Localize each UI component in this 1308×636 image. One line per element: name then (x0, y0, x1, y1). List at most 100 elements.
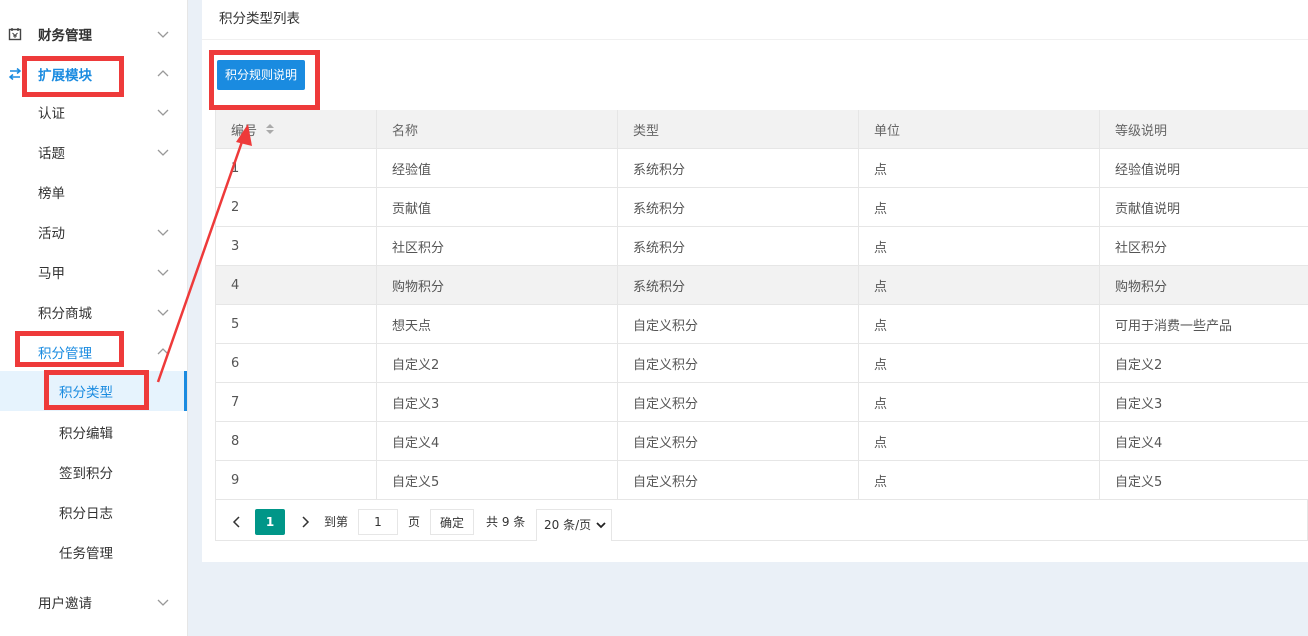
cell-id: 4 (215, 266, 376, 304)
cell-type: 系统积分 (617, 266, 858, 304)
table-row[interactable]: 9 自定义5 自定义积分 点 自定义5 (215, 461, 1308, 500)
cell-level-desc: 经验值说明 (1099, 149, 1308, 187)
sidebar-item-checkin-points[interactable]: 签到积分 (0, 452, 187, 492)
cell-name: 想天点 (376, 305, 617, 343)
cell-unit: 点 (858, 266, 1099, 304)
cell-level-desc: 可用于消费一些产品 (1099, 305, 1308, 343)
sidebar-item-points-edit[interactable]: 积分编辑 (0, 412, 187, 452)
sidebar-item-label: 签到积分 (59, 466, 113, 482)
chevron-down-icon (157, 596, 169, 608)
sidebar-item-label: 马甲 (38, 266, 65, 282)
goto-suffix: 页 (408, 515, 421, 529)
page-size-select[interactable]: 20 条/页 (536, 509, 612, 541)
next-page-button[interactable] (292, 509, 318, 535)
cell-type: 系统积分 (617, 188, 858, 226)
sidebar-item-extensions[interactable]: 扩展模块 (0, 54, 187, 94)
goto-confirm-button[interactable]: 确定 (430, 509, 475, 535)
sidebar-item-label: 积分类型 (59, 385, 113, 401)
cell-level-desc: 自定义5 (1099, 461, 1308, 499)
sidebar-item-label: 扩展模块 (38, 68, 92, 84)
goto-page-input[interactable] (358, 509, 398, 535)
total-count: 共 9 条 (486, 515, 526, 529)
chevron-down-icon (596, 522, 606, 529)
cell-id: 9 (215, 461, 376, 499)
cell-unit: 点 (858, 227, 1099, 265)
cell-level-desc: 自定义2 (1099, 344, 1308, 382)
calendar-icon (8, 27, 22, 41)
cell-level-desc: 贡献值说明 (1099, 188, 1308, 226)
sidebar-item-vest[interactable]: 马甲 (0, 252, 187, 292)
sidebar-item-activities[interactable]: 活动 (0, 212, 187, 252)
chevron-down-icon (157, 146, 169, 158)
cell-id: 1 (215, 149, 376, 187)
cell-type: 自定义积分 (617, 344, 858, 382)
table-row[interactable]: 4 购物积分 系统积分 点 购物积分 (215, 266, 1308, 305)
sidebar-item-user-invite[interactable]: 用户邀请 (0, 582, 187, 622)
points-rules-button[interactable]: 积分规则说明 (217, 60, 306, 90)
sidebar-item-label: 任务管理 (59, 546, 113, 562)
cell-type: 自定义积分 (617, 461, 858, 499)
cell-name: 自定义3 (376, 383, 617, 421)
sort-icon[interactable] (265, 123, 275, 135)
cell-id: 5 (215, 305, 376, 343)
sidebar-item-certification[interactable]: 认证 (0, 92, 187, 132)
main-card: 积分类型列表 积分规则说明 编号 名称 类型 单位 等级说明 1 经验值 系统积… (202, 0, 1308, 562)
points-type-table: 编号 名称 类型 单位 等级说明 1 经验值 系统积分 点 经验值说明 2 贡献… (215, 110, 1308, 500)
sidebar-item-points-types[interactable]: 积分类型 (0, 371, 187, 411)
prev-page-button[interactable] (224, 509, 250, 535)
sidebar-item-label: 用户邀请 (38, 596, 92, 612)
table-row[interactable]: 1 经验值 系统积分 点 经验值说明 (215, 149, 1308, 188)
sidebar-item-label: 财务管理 (38, 28, 92, 44)
cell-unit: 点 (858, 461, 1099, 499)
cell-name: 购物积分 (376, 266, 617, 304)
sidebar-item-label: 积分日志 (59, 506, 113, 522)
cell-type: 系统积分 (617, 227, 858, 265)
chevron-down-icon (157, 226, 169, 238)
sidebar-item-topics[interactable]: 话题 (0, 132, 187, 172)
cell-id: 2 (215, 188, 376, 226)
goto-prefix: 到第 (324, 515, 349, 529)
table-header: 编号 名称 类型 单位 等级说明 (215, 110, 1308, 149)
sidebar-item-finance[interactable]: 财务管理 (0, 14, 187, 54)
cell-type: 自定义积分 (617, 305, 858, 343)
cell-level-desc: 社区积分 (1099, 227, 1308, 265)
chevron-right-icon (302, 516, 310, 528)
sidebar-item-label: 认证 (38, 106, 65, 122)
header-cell-unit: 单位 (858, 110, 1099, 148)
table-row[interactable]: 5 想天点 自定义积分 点 可用于消费一些产品 (215, 305, 1308, 344)
cell-unit: 点 (858, 188, 1099, 226)
table-row[interactable]: 7 自定义3 自定义积分 点 自定义3 (215, 383, 1308, 422)
header-cell-level-desc: 等级说明 (1099, 110, 1308, 148)
table-row[interactable]: 2 贡献值 系统积分 点 贡献值说明 (215, 188, 1308, 227)
chevron-down-icon (157, 106, 169, 118)
sidebar: 财务管理 扩展模块 认证 话题 榜单 活动 马甲 积分商城 积分管理 积分类型 … (0, 0, 188, 636)
table-row[interactable]: 6 自定义2 自定义积分 点 自定义2 (215, 344, 1308, 383)
cell-type: 自定义积分 (617, 383, 858, 421)
sidebar-item-task-management[interactable]: 任务管理 (0, 532, 187, 572)
sidebar-item-points-management[interactable]: 积分管理 (0, 332, 187, 372)
sidebar-item-label: 榜单 (38, 186, 65, 202)
cell-unit: 点 (858, 383, 1099, 421)
cell-unit: 点 (858, 422, 1099, 460)
cell-unit: 点 (858, 149, 1099, 187)
table-row[interactable]: 3 社区积分 系统积分 点 社区积分 (215, 227, 1308, 266)
cell-unit: 点 (858, 344, 1099, 382)
cell-name: 自定义5 (376, 461, 617, 499)
cell-level-desc: 自定义3 (1099, 383, 1308, 421)
page-current[interactable]: 1 (255, 509, 285, 535)
sidebar-item-label: 活动 (38, 226, 65, 242)
cell-name: 社区积分 (376, 227, 617, 265)
sidebar-item-points-mall[interactable]: 积分商城 (0, 292, 187, 332)
header-cell-id[interactable]: 编号 (215, 110, 376, 148)
chevron-up-icon (157, 68, 169, 80)
sidebar-item-rankings[interactable]: 榜单 (0, 172, 187, 212)
header-cell-name: 名称 (376, 110, 617, 148)
cell-level-desc: 购物积分 (1099, 266, 1308, 304)
table-row[interactable]: 8 自定义4 自定义积分 点 自定义4 (215, 422, 1308, 461)
cell-id: 7 (215, 383, 376, 421)
cell-unit: 点 (858, 305, 1099, 343)
chevron-left-icon (232, 516, 240, 528)
sidebar-item-points-log[interactable]: 积分日志 (0, 492, 187, 532)
sidebar-item-label: 话题 (38, 146, 65, 162)
cell-name: 贡献值 (376, 188, 617, 226)
